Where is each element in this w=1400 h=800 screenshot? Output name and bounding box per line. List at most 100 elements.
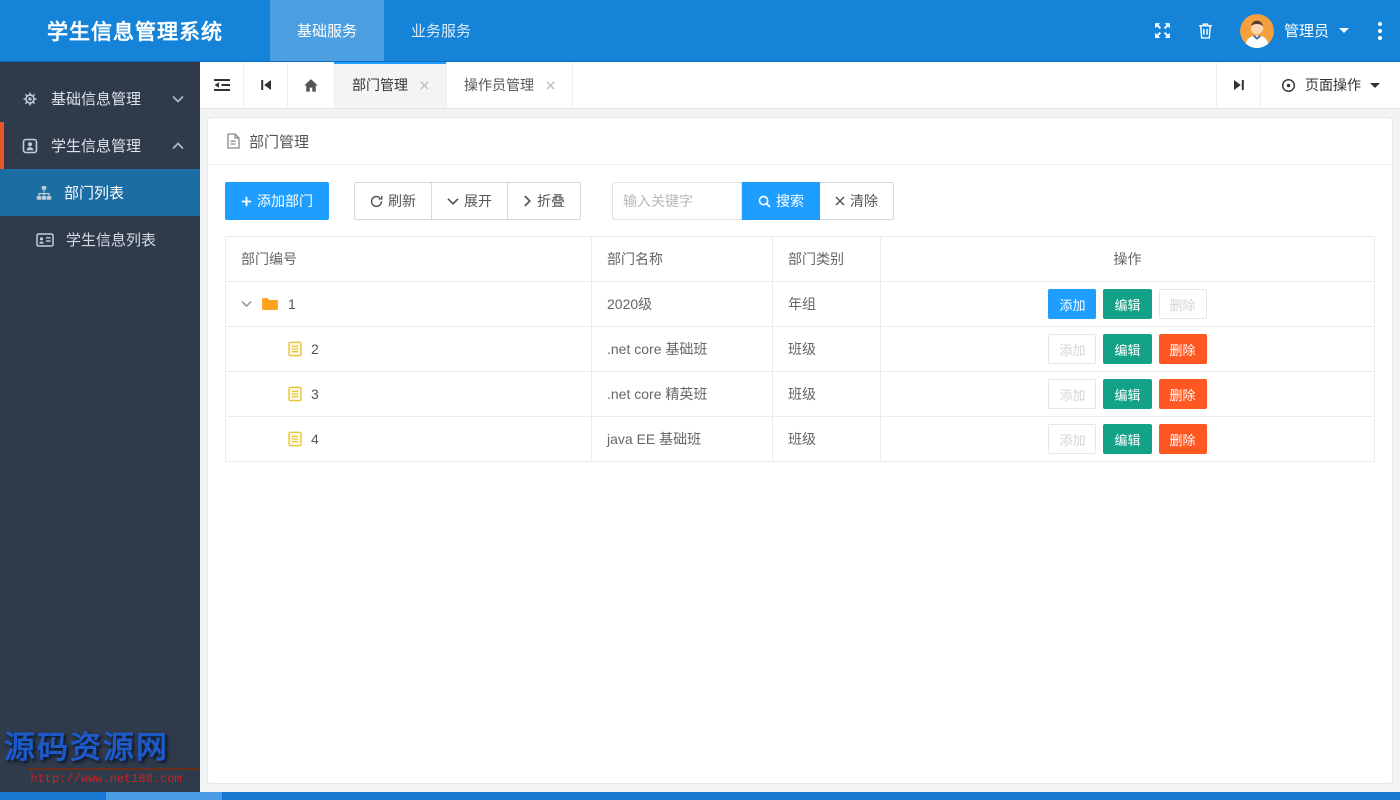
dept-id: 2	[311, 341, 319, 357]
watermark: 源码资源网 http://www.net188.com	[0, 722, 212, 786]
row-delete-button[interactable]: 删除	[1158, 334, 1207, 364]
scrollbar-thumb[interactable]	[106, 792, 222, 800]
bottom-scrollbar[interactable]	[0, 792, 1400, 800]
department-card: 部门管理 添加部门 刷新 展开 折叠 输入关键字 搜索 清除 部门编号 部门名称…	[207, 117, 1393, 784]
search-button[interactable]: 搜索	[742, 182, 820, 220]
dept-category: 班级	[772, 371, 881, 417]
document-icon	[226, 133, 240, 149]
scroll-tabs-left-button[interactable]	[244, 62, 288, 108]
chevron-right-icon	[524, 195, 532, 207]
sidebar-item-label: 学生信息列表	[66, 232, 157, 249]
dept-name: 2020级	[591, 281, 773, 327]
row-edit-button[interactable]: 编辑	[1103, 289, 1152, 319]
row-add-button-disabled: 添加	[1048, 379, 1097, 409]
chevron-down-icon	[1339, 28, 1349, 38]
toolbar: 添加部门 刷新 展开 折叠 输入关键字 搜索 清除	[225, 182, 1375, 220]
chevron-down-icon	[447, 197, 459, 205]
row-add-button-disabled: 添加	[1048, 424, 1097, 454]
nav-tab-basic-services[interactable]: 基础服务	[270, 0, 385, 61]
add-department-button[interactable]: 添加部门	[225, 182, 329, 220]
refresh-icon	[370, 195, 383, 207]
sidebar-item-label: 基础信息管理	[51, 91, 142, 108]
row-delete-button[interactable]: 删除	[1158, 379, 1207, 409]
home-icon	[304, 78, 318, 92]
chevron-down-icon	[172, 95, 184, 103]
close-icon[interactable]	[546, 80, 555, 90]
nav-tab-label: 业务服务	[411, 23, 472, 40]
clear-button[interactable]: 清除	[820, 182, 894, 220]
dept-name: .net core 基础班	[591, 326, 773, 372]
chevron-up-icon	[172, 141, 184, 150]
dept-category: 年组	[772, 281, 881, 327]
dept-id: 1	[288, 296, 296, 312]
watermark-url: http://www.net188.com	[30, 772, 182, 786]
row-delete-button[interactable]: 删除	[1158, 424, 1207, 454]
row-edit-button[interactable]: 编辑	[1103, 424, 1152, 454]
page-actions-dropdown[interactable]: 页面操作	[1260, 62, 1400, 108]
page-tabbar: 部门管理 操作员管理 页面操作	[200, 62, 1400, 109]
sidebar-item-student-info-list[interactable]: 学生信息列表	[0, 216, 200, 263]
table-row: 1 2020级 年组 添加 编辑 删除	[225, 281, 1375, 327]
tree-actions-group: 刷新 展开 折叠	[354, 182, 581, 220]
sidebar-item-department-list[interactable]: 部门列表	[0, 169, 200, 216]
sidebar-item-basic-info[interactable]: 基础信息管理	[0, 75, 200, 122]
expand-all-button[interactable]: 展开	[432, 182, 508, 220]
avatar	[1239, 13, 1274, 48]
id-card-icon	[36, 232, 54, 247]
table-row: 4 java EE 基础班 班级 添加 编辑 删除	[225, 416, 1375, 462]
add-department-label: 添加部门	[257, 193, 313, 209]
chevron-down-icon	[1370, 82, 1380, 93]
dept-name: .net core 精英班	[591, 371, 773, 417]
tab-label: 操作员管理	[464, 77, 534, 93]
tree-collapse-icon[interactable]	[241, 300, 252, 308]
collapse-sidebar-button[interactable]	[200, 62, 244, 108]
column-header-actions: 操作	[880, 236, 1375, 282]
dept-id: 4	[311, 431, 319, 447]
folder-icon	[261, 297, 279, 311]
more-dots-icon[interactable]	[1376, 20, 1384, 42]
x-icon	[835, 196, 845, 206]
file-list-icon	[288, 386, 302, 402]
search-label: 搜索	[776, 193, 804, 209]
row-delete-button-disabled: 删除	[1158, 289, 1207, 319]
column-header-dept-id: 部门编号	[225, 236, 592, 282]
row-add-button[interactable]: 添加	[1048, 289, 1097, 319]
search-box: 搜索 清除	[612, 182, 894, 220]
page-actions-label: 页面操作	[1305, 77, 1361, 93]
nav-tab-label: 基础服务	[297, 23, 358, 40]
tab-home[interactable]	[288, 62, 335, 108]
user-menu[interactable]: 管理员	[1239, 13, 1349, 48]
dept-id: 3	[311, 386, 319, 402]
sidebar-item-label: 学生信息管理	[51, 138, 142, 155]
close-icon[interactable]	[420, 80, 429, 90]
tab-department-management[interactable]: 部门管理	[334, 62, 447, 108]
table-row: 3 .net core 精英班 班级 添加 编辑 删除	[225, 371, 1375, 417]
refresh-button[interactable]: 刷新	[354, 182, 432, 220]
target-icon	[1281, 78, 1296, 92]
clear-cache-trash-icon[interactable]	[1198, 22, 1213, 39]
row-edit-button[interactable]: 编辑	[1103, 334, 1152, 364]
student-badge-icon	[22, 138, 38, 154]
nav-tab-business-services[interactable]: 业务服务	[384, 0, 498, 61]
dept-category: 班级	[772, 416, 881, 462]
column-header-dept-category: 部门类别	[772, 236, 881, 282]
sidebar-item-student-info[interactable]: 学生信息管理	[0, 122, 200, 169]
user-name: 管理员	[1283, 23, 1329, 40]
watermark-title: 源码资源网	[4, 730, 169, 765]
sitemap-icon	[36, 185, 52, 201]
row-edit-button[interactable]: 编辑	[1103, 379, 1152, 409]
table-row: 2 .net core 基础班 班级 添加 编辑 删除	[225, 326, 1375, 372]
main-content: 部门管理 添加部门 刷新 展开 折叠 输入关键字 搜索 清除 部门编号 部门名称…	[200, 109, 1400, 792]
tab-operator-management[interactable]: 操作员管理	[447, 62, 573, 108]
app-header: 学生信息管理系统 基础服务 业务服务 管理员	[0, 0, 1400, 62]
file-list-icon	[288, 431, 302, 447]
collapse-label: 折叠	[537, 193, 565, 209]
collapse-all-button[interactable]: 折叠	[508, 182, 581, 220]
keyword-input[interactable]	[612, 182, 742, 220]
card-body: 添加部门 刷新 展开 折叠 输入关键字 搜索 清除 部门编号 部门名称 部门类别…	[208, 165, 1392, 479]
column-header-dept-name: 部门名称	[591, 236, 773, 282]
tabbar-spacer	[573, 62, 1216, 108]
scroll-tabs-right-button[interactable]	[1216, 62, 1260, 108]
department-table: 部门编号 部门名称 部门类别 操作 1 2020级 年组 添加 编辑 删除 2 …	[225, 236, 1375, 462]
fullscreen-icon[interactable]	[1154, 22, 1171, 39]
